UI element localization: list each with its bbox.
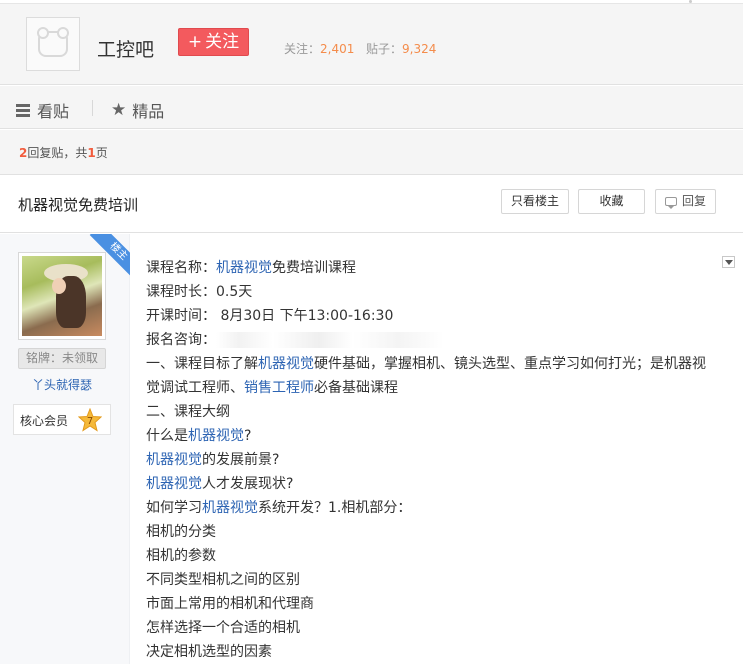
author-column: 楼主 铭牌：未领取 丫头就得瑟 核心会员 7 xyxy=(0,234,130,664)
page-count[interactable]: 1 xyxy=(87,146,95,160)
bear-logo-icon xyxy=(37,27,69,57)
content-line: 一、课程目标了解机器视觉硬件基础，掌握相机、镜头选型、重点学习如何打光；是机器视… xyxy=(146,356,706,396)
top-dot xyxy=(689,0,692,3)
keyword-link[interactable]: 机器视觉 xyxy=(258,356,314,372)
only-op-button[interactable]: 只看楼主 xyxy=(501,189,569,214)
comment-bubble-icon xyxy=(664,197,677,209)
content-line: 二、课程大纲 xyxy=(146,404,230,420)
content-line: 报名咨询： xyxy=(146,328,716,352)
content-line: 课程时长：0.5天 xyxy=(146,284,253,300)
level-number: 7 xyxy=(87,416,93,427)
redacted-contact xyxy=(216,332,444,348)
keyword-link[interactable]: 机器视觉 xyxy=(216,260,272,276)
content-line: 开课时间： 8月30日 下午13:00-16:30 xyxy=(146,308,394,324)
reply-button[interactable]: 回复 xyxy=(655,189,716,214)
keyword-link[interactable]: 机器视觉 xyxy=(146,452,202,468)
nameplate-button[interactable]: 铭牌：未领取 xyxy=(18,348,106,369)
tab-featured[interactable]: ★ 精品 xyxy=(111,98,164,122)
keyword-link[interactable]: 销售工程师 xyxy=(244,380,314,396)
content-line: 机器视觉人才发展现状? xyxy=(146,476,294,492)
tab-featured-label: 精品 xyxy=(132,102,165,121)
tab-view-posts-label: 看贴 xyxy=(37,102,70,121)
content-line: 市面上常用的相机和代理商 xyxy=(146,596,314,612)
content-line: 怎样选择一个合适的相机 xyxy=(146,620,300,636)
follow-button[interactable]: + 关注 xyxy=(178,28,249,56)
content-line: 课程名称：机器视觉免费培训课程 xyxy=(146,260,356,276)
posts-stat: 贴子：9,324 xyxy=(366,40,436,57)
document-list-icon xyxy=(16,103,30,117)
posts-count: 9,324 xyxy=(402,42,437,56)
author-username[interactable]: 丫头就得瑟 xyxy=(0,376,124,393)
content-line: 如何学习机器视觉系统开发？1.相机部分： xyxy=(146,500,412,516)
content-line: 机器视觉的发展前景? xyxy=(146,452,280,468)
followers-label: 关注： xyxy=(284,42,321,56)
avatar[interactable] xyxy=(18,252,106,340)
member-level-tag[interactable]: 核心会员 7 xyxy=(13,404,111,435)
content-line: 相机的分类 xyxy=(146,524,216,540)
member-label: 核心会员 xyxy=(20,414,69,428)
avatar-image xyxy=(22,256,102,336)
content-line: 相机的参数 xyxy=(146,548,216,564)
level-star-icon: 7 xyxy=(78,408,102,432)
content-line: 不同类型相机之间的区别 xyxy=(146,572,300,588)
nav-bar: 看贴 ★ 精品 xyxy=(0,86,743,129)
posts-label: 贴子： xyxy=(366,42,403,56)
nav-divider xyxy=(92,100,93,116)
follow-label: 关注 xyxy=(205,32,240,52)
post-content: 课程名称：机器视觉免费培训课程 课程时长：0.5天 开课时间： 8月30日 下午… xyxy=(146,256,716,664)
content-line: 决定相机选型的因素 xyxy=(146,644,272,660)
page-label: 页 xyxy=(95,146,108,160)
reply-info-bar: 2回复贴，共1页 xyxy=(0,130,743,175)
followers-stat: 关注：2,401 xyxy=(284,40,354,57)
reply-button-label: 回复 xyxy=(681,194,706,208)
keyword-link[interactable]: 机器视觉 xyxy=(146,476,202,492)
thread-title-bar: 机器视觉免费培训 只看楼主 收藏 回复 xyxy=(0,176,743,233)
plus-icon: + xyxy=(187,32,203,52)
followers-count: 2,401 xyxy=(320,42,355,56)
tab-view-posts[interactable]: 看贴 xyxy=(16,98,69,122)
keyword-link[interactable]: 机器视觉 xyxy=(202,500,258,516)
forum-header: 工控吧 + 关注 关注：2,401 贴子：9,324 xyxy=(0,4,743,85)
thread-title: 机器视觉免费培训 xyxy=(18,196,139,214)
post-floor-1: 楼主 铭牌：未领取 丫头就得瑟 核心会员 7 课程名称：机器视觉免费培训课程 课… xyxy=(0,234,743,664)
forum-avatar[interactable] xyxy=(26,17,80,71)
content-line: 什么是机器视觉? xyxy=(146,428,252,444)
keyword-link[interactable]: 机器视觉 xyxy=(188,428,244,444)
post-menu-dropdown[interactable] xyxy=(722,256,735,268)
star-icon: ★ xyxy=(111,99,127,120)
favorite-button[interactable]: 收藏 xyxy=(578,189,645,214)
reply-info: 2回复贴，共1页 xyxy=(19,144,108,161)
reply-label: 回复贴，共 xyxy=(27,146,88,160)
forum-name[interactable]: 工控吧 xyxy=(97,35,154,62)
